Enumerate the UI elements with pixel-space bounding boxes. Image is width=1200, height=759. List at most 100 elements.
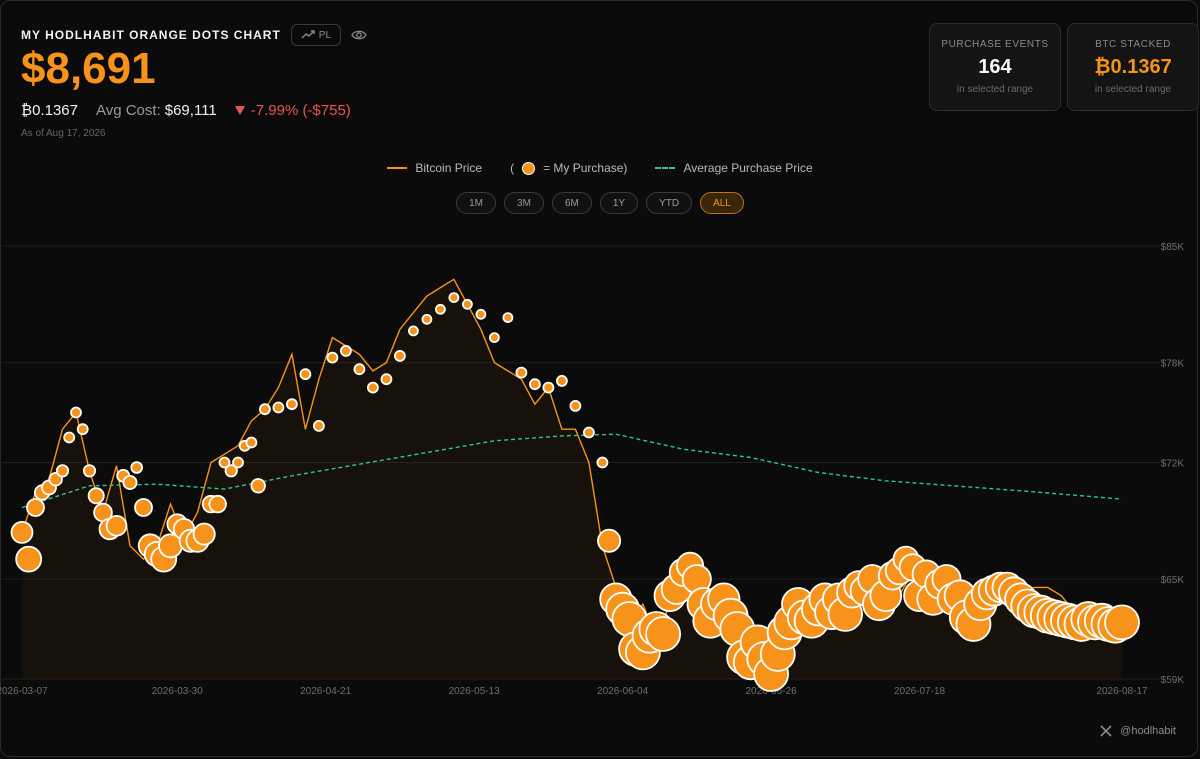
- purchase-dot: [15, 545, 43, 573]
- price-chart: $59K $65K $72K $78K $85K 2026-03-07 2026-03-30…: [0, 242, 1185, 697]
- range-button-1y[interactable]: 1Y: [599, 192, 639, 214]
- pl-change-value: -7.99% (-$755): [250, 102, 351, 119]
- avg-cost-label: Avg Cost:: [95, 102, 161, 119]
- purchase-dot: [596, 456, 609, 469]
- orange-dot-icon: [522, 161, 536, 175]
- purchase-dot: [134, 498, 153, 517]
- footer-handle: @hodlhabit: [1120, 725, 1176, 737]
- y-tick-label: $78K: [1161, 359, 1185, 370]
- avg-cost: Avg Cost: $69,111: [96, 102, 217, 119]
- as-of-date: As of Aug 17, 2026: [21, 128, 106, 139]
- purchase-dot: [130, 461, 144, 474]
- purchase-dot: [434, 303, 446, 315]
- pl-label: PL: [318, 29, 332, 41]
- range-button-ytd[interactable]: YTD: [646, 192, 693, 214]
- legend-purchase[interactable]: ( = My Purchase): [510, 161, 627, 175]
- purchase-dot: [597, 528, 622, 553]
- purchase-dot: [421, 313, 433, 325]
- chart-legend: Bitcoin Price ( = My Purchase) Average P…: [0, 161, 1200, 175]
- range-button-all[interactable]: ALL: [700, 192, 744, 214]
- purchase-dot: [285, 398, 298, 411]
- purchase-dot: [393, 350, 406, 362]
- purchase-dot: [569, 399, 582, 412]
- purchase-dot: [583, 426, 595, 439]
- purchase-dot: [542, 381, 555, 394]
- purchase-dot: [105, 514, 128, 537]
- purchase-dot: [82, 464, 97, 478]
- legend-avg[interactable]: Average Purchase Price: [655, 161, 813, 175]
- trend-up-icon: [301, 30, 315, 39]
- purchase-dot: [461, 298, 473, 310]
- purchase-dot: [312, 419, 325, 432]
- purchase-dot: [26, 498, 45, 517]
- portfolio-value: $8,691: [21, 44, 156, 93]
- price-line-swatch: [387, 167, 408, 169]
- stats-row: ₿0.1367 Avg Cost: $69,111 -7.99% (-$755): [21, 102, 351, 119]
- btc-stacked-sub: in selected range: [1094, 84, 1172, 95]
- purchase-dot: [122, 474, 138, 490]
- purchase-dot: [380, 373, 393, 386]
- range-selector: 1M 3M 6M 1Y YTD ALL: [0, 192, 1200, 214]
- purchase-dot: [502, 312, 514, 323]
- x-tick-label: 2026-06-04: [597, 686, 649, 697]
- x-tick-label: 2026-05-13: [449, 686, 501, 697]
- x-tick-label: 2026-04-21: [300, 686, 352, 697]
- legend-purchase-open: (: [510, 161, 515, 175]
- purchase-dot: [645, 616, 681, 652]
- page-title: MY HODLHABIT ORANGE DOTS CHART: [21, 28, 281, 42]
- pl-toggle-button[interactable]: PL: [290, 24, 342, 46]
- purchase-events-sub: in selected range: [956, 84, 1034, 95]
- x-tick-label: 2026-07-18: [894, 686, 946, 697]
- purchase-dot: [529, 378, 541, 391]
- purchase-dot: [448, 292, 460, 303]
- purchase-dot: [339, 345, 352, 357]
- y-tick-label: $65K: [1161, 575, 1185, 586]
- x-tick-label: 2026-03-30: [152, 686, 204, 697]
- purchase-dot: [250, 478, 266, 494]
- purchase-dot: [232, 456, 244, 469]
- purchase-dot: [258, 403, 271, 416]
- purchase-dot: [366, 381, 379, 394]
- purchase-dot: [245, 436, 258, 449]
- y-tick-label: $72K: [1161, 459, 1185, 470]
- btc-stacked-card: BTC STACKED ₿0.1367 in selected range: [1067, 23, 1199, 111]
- footer: @hodlhabit: [1100, 725, 1176, 737]
- purchase-dot: [299, 368, 312, 381]
- purchase-dot: [515, 366, 528, 379]
- eye-icon[interactable]: [351, 27, 367, 43]
- avg-cost-value: $69,111: [164, 102, 217, 119]
- purchase-dot: [488, 332, 500, 343]
- purchase-dot: [1104, 604, 1140, 641]
- legend-price[interactable]: Bitcoin Price: [387, 161, 482, 175]
- purchase-dot: [326, 351, 339, 364]
- purchase-dot: [556, 374, 568, 387]
- pl-change: -7.99% (-$755): [234, 102, 351, 119]
- legend-price-label: Bitcoin Price: [415, 161, 483, 175]
- purchase-dot: [10, 520, 34, 544]
- btc-amount: ₿0.1367: [21, 102, 78, 119]
- range-button-1m[interactable]: 1M: [456, 192, 497, 214]
- purchase-dot: [407, 325, 419, 337]
- legend-avg-label: Average Purchase Price: [683, 161, 813, 175]
- btc-stacked-label: BTC STACKED: [1095, 39, 1171, 50]
- purchase-dot: [76, 423, 89, 436]
- purchase-events-label: PURCHASE EVENTS: [941, 39, 1049, 50]
- range-button-3m[interactable]: 3M: [504, 192, 544, 214]
- title-row: MY HODLHABIT ORANGE DOTS CHART PL: [21, 24, 367, 46]
- avg-line-swatch: [655, 167, 676, 169]
- purchase-dot: [208, 494, 227, 514]
- purchase-dot: [55, 464, 70, 478]
- purchase-events-card: PURCHASE EVENTS 164 in selected range: [929, 23, 1061, 111]
- legend-purchase-label: = My Purchase): [543, 161, 628, 175]
- purchase-events-value: 164: [978, 56, 1012, 78]
- btc-stacked-value: ₿0.1367: [1094, 56, 1172, 78]
- range-button-6m[interactable]: 6M: [551, 192, 592, 214]
- x-logo-icon: [1100, 725, 1112, 737]
- purchase-dot: [192, 522, 216, 546]
- purchase-dot: [353, 363, 366, 376]
- x-tick-label: 2026-08-17: [1096, 686, 1148, 697]
- triangle-down-icon: [234, 106, 245, 115]
- purchase-dot: [475, 308, 487, 320]
- x-tick-label: 2026-03-07: [0, 686, 48, 697]
- y-tick-label: $59K: [1161, 675, 1185, 686]
